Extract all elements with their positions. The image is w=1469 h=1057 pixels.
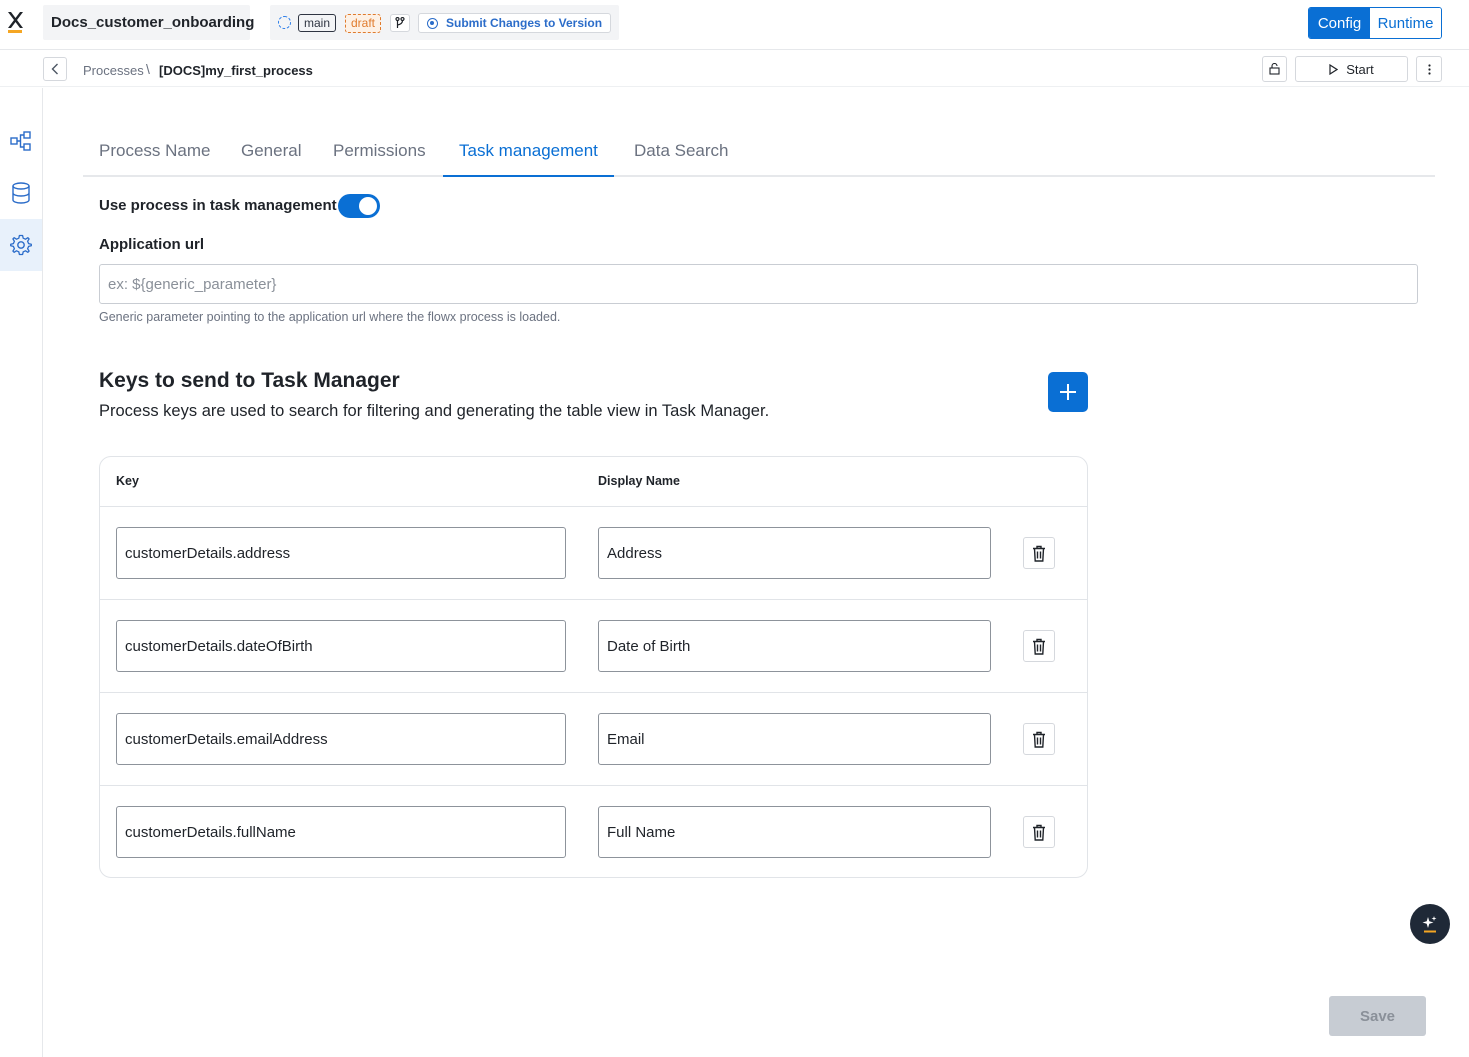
branch-info: main draft Submit Changes to Version — [270, 5, 619, 40]
tab-general[interactable]: General — [225, 126, 317, 176]
mode-switch: Config Runtime — [1308, 7, 1442, 39]
sidebar-item-data-model[interactable] — [0, 167, 42, 219]
table-row — [100, 785, 1087, 877]
display-name-input[interactable] — [598, 806, 991, 858]
breadcrumb-processes-link[interactable]: Processes — [83, 63, 144, 78]
draft-status-badge: draft — [345, 14, 382, 33]
top-bar: Docs_customer_onboarding main draft Subm… — [0, 0, 1469, 50]
kebab-menu-icon — [1427, 63, 1431, 75]
branch-merge-button[interactable] — [390, 14, 410, 32]
breadcrumb: Processes \ [DOCS]my_first_process Start — [0, 51, 1469, 87]
table-row — [100, 692, 1087, 785]
add-key-button[interactable] — [1048, 372, 1088, 412]
trash-icon — [1033, 824, 1045, 841]
tab-permissions[interactable]: Permissions — [317, 126, 442, 176]
keys-section-title: Keys to send to Task Manager — [99, 369, 400, 392]
sidebar — [0, 88, 43, 1057]
key-input[interactable] — [116, 806, 566, 858]
branch-badge[interactable]: main — [298, 14, 337, 32]
column-header-key: Key — [116, 474, 139, 488]
application-url-input[interactable] — [99, 264, 1418, 304]
play-icon — [1329, 63, 1339, 75]
process-flow-icon — [10, 131, 31, 151]
runtime-mode-button[interactable]: Runtime — [1370, 8, 1441, 38]
delete-row-button[interactable] — [1023, 537, 1055, 569]
breadcrumb-separator: \ — [146, 61, 150, 77]
task-management-toggle-label: Use process in task management — [99, 197, 337, 214]
chevron-left-icon — [51, 63, 58, 75]
sync-status-icon — [278, 16, 291, 29]
submit-changes-button[interactable]: Submit Changes to Version — [418, 13, 611, 33]
keys-table: Key Display Name — [99, 456, 1088, 878]
unlock-icon — [1269, 63, 1280, 75]
breadcrumb-current: [DOCS]my_first_process — [159, 63, 313, 78]
back-button[interactable] — [43, 57, 67, 81]
lock-button[interactable] — [1262, 56, 1287, 82]
config-mode-button[interactable]: Config — [1309, 8, 1370, 38]
keys-section-description: Process keys are used to search for filt… — [99, 402, 770, 420]
submit-changes-label: Submit Changes to Version — [446, 16, 603, 30]
settings-tabs: Process Name General Permissions Task ma… — [83, 126, 1435, 177]
table-row — [100, 599, 1087, 692]
table-row — [100, 506, 1087, 599]
trash-icon — [1033, 545, 1045, 562]
display-name-input[interactable] — [598, 527, 991, 579]
ai-assistant-button[interactable] — [1410, 904, 1450, 944]
start-label: Start — [1346, 61, 1374, 77]
start-button[interactable]: Start — [1295, 56, 1408, 82]
branch-icon — [395, 17, 405, 28]
sidebar-item-settings[interactable] — [0, 219, 42, 271]
display-name-input[interactable] — [598, 620, 991, 672]
tab-process-name[interactable]: Process Name — [83, 126, 226, 176]
database-icon — [12, 182, 30, 204]
trash-icon — [1033, 638, 1045, 655]
column-header-display-name: Display Name — [598, 474, 680, 488]
app-name[interactable]: Docs_customer_onboarding — [43, 5, 254, 40]
application-url-label: Application url — [99, 236, 204, 253]
display-name-input[interactable] — [598, 713, 991, 765]
sidebar-item-process-flow[interactable] — [0, 115, 42, 167]
flowx-logo-icon — [8, 12, 23, 33]
key-input[interactable] — [116, 527, 566, 579]
delete-row-button[interactable] — [1023, 816, 1055, 848]
plus-icon — [1060, 384, 1076, 400]
trash-icon — [1033, 731, 1045, 748]
delete-row-button[interactable] — [1023, 723, 1055, 755]
delete-row-button[interactable] — [1023, 630, 1055, 662]
tab-task-management[interactable]: Task management — [443, 126, 614, 177]
application-url-help-text: Generic parameter pointing to the applic… — [99, 310, 561, 324]
tab-data-search[interactable]: Data Search — [618, 126, 745, 176]
more-options-button[interactable] — [1416, 56, 1442, 82]
sparkle-icon — [1422, 916, 1437, 933]
gear-icon — [10, 234, 32, 256]
task-management-toggle[interactable] — [338, 194, 380, 218]
submit-radio-icon — [427, 17, 438, 29]
key-input[interactable] — [116, 713, 566, 765]
save-button[interactable]: Save — [1329, 996, 1426, 1036]
key-input[interactable] — [116, 620, 566, 672]
